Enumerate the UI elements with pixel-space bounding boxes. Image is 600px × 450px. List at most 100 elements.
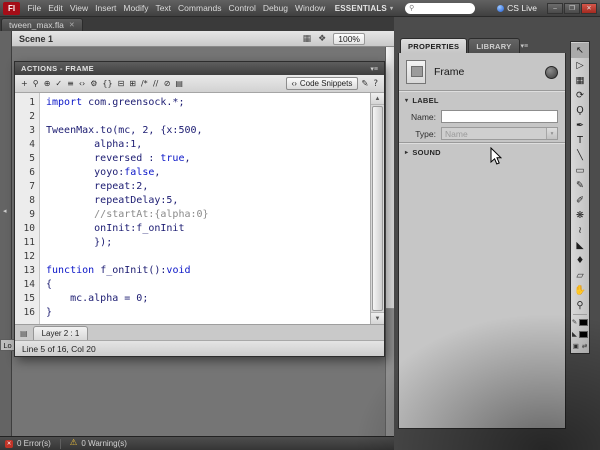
lasso-tool[interactable]: Ϙ (571, 103, 589, 118)
menu-control[interactable]: Control (225, 3, 259, 13)
eyedropper-tool[interactable]: ♦ (571, 253, 589, 268)
zoom-tool[interactable]: ⚲ (571, 298, 589, 313)
tab-library[interactable]: LIBRARY (468, 38, 519, 53)
dock-grip-icon[interactable]: ◂ (3, 207, 7, 215)
line-number: 14 (15, 278, 35, 292)
eraser-tool[interactable]: ▱ (571, 268, 589, 283)
minimize-button[interactable]: – (547, 3, 563, 14)
edit-scene-icon[interactable]: ▦ (303, 34, 312, 44)
script-assist-icon[interactable]: ✎ (359, 79, 370, 89)
workspace-switcher[interactable]: ESSENTIALS ▾ (335, 4, 393, 13)
selection-tool[interactable]: ↖ (571, 43, 589, 58)
show-toolbox-icon[interactable]: ▤ (173, 79, 185, 88)
collapse-selection-icon[interactable]: ⊟ (116, 79, 127, 88)
pencil-tool[interactable]: ✎ (571, 178, 589, 193)
line-number: 12 (15, 250, 35, 264)
3d-rotation-tool[interactable]: ⟳ (571, 88, 589, 103)
code-scrollbar[interactable]: ▲ ▼ (370, 93, 384, 324)
expand-all-icon[interactable]: ⊞ (127, 79, 138, 88)
maximize-button[interactable]: ❐ (564, 3, 580, 14)
menu-view[interactable]: View (66, 3, 91, 13)
stroke-color-swatch[interactable] (579, 319, 588, 326)
menu-debug[interactable]: Debug (259, 3, 291, 13)
color-options-row: ▣⇄ (571, 340, 589, 352)
close-icon[interactable]: ✕ (69, 21, 75, 29)
help-icon[interactable]: ? (371, 79, 380, 89)
zoom-level-select[interactable]: 100% (333, 33, 365, 45)
line-number: 13 (15, 264, 35, 278)
panel-menu-icon[interactable]: ▾≡ (370, 65, 378, 73)
line-number: 6 (15, 166, 35, 180)
actions-panel: ACTIONS - FRAME ▾≡ +⚲⊕✓≡‹›⚙{}⊟⊞/*//⊘▤ ‹›… (14, 61, 385, 357)
find-icon[interactable]: ⚲ (31, 79, 41, 88)
swap-colors-icon[interactable]: ⇄ (582, 342, 587, 350)
hand-tool[interactable]: ✋ (571, 283, 589, 298)
code-text: com.greensock.*; (82, 97, 184, 108)
bone-tool[interactable]: ≀ (571, 223, 589, 238)
actions-panel-titlebar[interactable]: ACTIONS - FRAME ▾≡ (15, 62, 384, 75)
paint-bucket-tool[interactable]: ◣ (571, 238, 589, 253)
label-type-select[interactable]: Name ▾ (441, 127, 558, 140)
collapsed-panel-tab[interactable]: Lo (0, 339, 15, 351)
menu-insert[interactable]: Insert (92, 3, 120, 13)
code-editor[interactable]: import com.greensock.*; TweenMax.to(mc, … (40, 93, 370, 324)
menu-edit[interactable]: Edit (45, 3, 67, 13)
menu-modify[interactable]: Modify (120, 3, 152, 13)
tab-properties[interactable]: PROPERTIES (400, 38, 467, 53)
stroke-color-control[interactable]: ✎ (571, 316, 589, 328)
selected-object-type: Frame (434, 66, 464, 78)
code-snippets-button[interactable]: ‹› Code Snippets (286, 77, 359, 90)
apply-line-comment-icon[interactable]: // (151, 79, 161, 88)
black-white-icon[interactable]: ▣ (573, 342, 579, 350)
code-line: TweenMax.to(mc, 2, {x:500, (46, 124, 370, 138)
free-transform-tool[interactable]: ▦ (571, 73, 589, 88)
menu-text[interactable]: Text (152, 3, 175, 13)
brush-tool[interactable]: ✐ (571, 193, 589, 208)
search-input[interactable] (416, 4, 471, 13)
search-icon: ⚲ (409, 5, 414, 12)
rectangle-tool[interactable]: ▭ (571, 163, 589, 178)
sound-section-header[interactable]: ▸ SOUND (399, 144, 565, 160)
check-syntax-icon[interactable]: ✓ (53, 79, 64, 88)
pin-script-icon[interactable]: ▤ (20, 329, 28, 338)
pen-tool[interactable]: ✒ (571, 118, 589, 133)
code-line: yoyo:false, (46, 166, 370, 180)
remove-comment-icon[interactable]: ⊘ (162, 79, 173, 88)
text-tool[interactable]: T (571, 133, 589, 148)
fill-color-control[interactable]: ◣ (571, 328, 589, 340)
code-text: , (184, 153, 190, 164)
scroll-down-icon[interactable]: ▼ (371, 312, 384, 324)
auto-format-icon[interactable]: ≡ (65, 79, 76, 88)
stage-scrollbar[interactable] (385, 47, 394, 436)
menu-commands[interactable]: Commands (175, 3, 225, 13)
close-button[interactable]: ✕ (581, 3, 597, 14)
fill-color-swatch[interactable] (579, 331, 588, 338)
menu-window[interactable]: Window (291, 3, 328, 13)
edit-symbols-icon[interactable]: ❖ (318, 34, 326, 44)
frame-name-input[interactable] (441, 110, 558, 123)
menu-file[interactable]: File (24, 3, 45, 13)
help-search-box[interactable]: ⚲ (405, 3, 475, 14)
divider (60, 439, 61, 449)
code-text: }); (46, 237, 112, 248)
code-scrollbar-thumb[interactable] (372, 106, 383, 311)
scene-name[interactable]: Scene 1 (19, 34, 53, 44)
apply-block-comment-icon[interactable]: /* (139, 79, 150, 88)
debug-options-icon[interactable]: ⚙ (88, 79, 99, 88)
script-tab[interactable]: Layer 2 : 1 (33, 326, 89, 340)
insert-target-path-icon[interactable]: ⊕ (42, 79, 53, 88)
subselection-tool[interactable]: ▷ (571, 58, 589, 73)
panel-menu-icon[interactable]: ▾≡ (521, 42, 529, 50)
show-code-hint-icon[interactable]: ‹› (77, 79, 87, 88)
line-tool[interactable]: ╲ (571, 148, 589, 163)
cs-live-button[interactable]: CS Live (497, 3, 537, 13)
deco-tool[interactable]: ❋ (571, 208, 589, 223)
collapse-between-braces-icon[interactable]: {} (100, 79, 114, 88)
scroll-up-icon[interactable]: ▲ (371, 93, 384, 105)
label-section-header[interactable]: ▾ LABEL (399, 92, 565, 108)
frame-options-icon[interactable] (545, 66, 558, 79)
stage-scrollbar-thumb[interactable] (386, 47, 394, 309)
add-script-icon[interactable]: + (19, 79, 30, 88)
flash-logo[interactable]: Fl (3, 2, 20, 15)
document-tab[interactable]: tween_max.fla ✕ (1, 18, 83, 31)
